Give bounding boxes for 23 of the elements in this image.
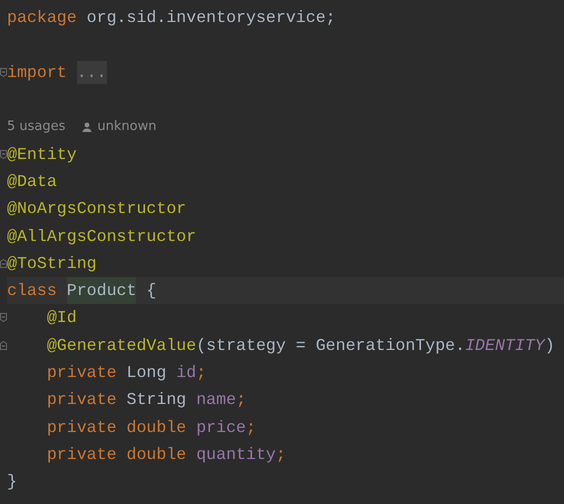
code-line: private Long id; <box>46 362 208 384</box>
fold-icon[interactable] <box>0 150 7 159</box>
code-line: @GeneratedValue(strategy = GenerationType.IDENTITY) <box>46 334 556 357</box>
fold-icon[interactable] <box>0 313 7 322</box>
code-line: } <box>7 471 18 494</box>
code-line: private double quantity; <box>46 444 287 466</box>
code-line: @Entity <box>7 144 78 166</box>
folded-code-button[interactable]: ... <box>76 60 107 84</box>
code-line: @NoArgsConstructor <box>7 198 188 220</box>
author-link[interactable]: unknown <box>97 119 156 134</box>
code-line: private double price; <box>46 416 257 439</box>
code-line: @ToString <box>7 252 98 275</box>
code-line: private String name; <box>46 389 248 412</box>
code-line: @Id <box>46 307 78 330</box>
fold-end-icon[interactable] <box>0 340 7 350</box>
code-line: package org.sid.inventoryservice; <box>7 7 337 30</box>
usages-link[interactable]: 5 usages <box>7 119 66 134</box>
code-line: @Data <box>7 170 58 193</box>
fold-icon[interactable] <box>0 68 7 77</box>
code-text: import <box>7 62 68 82</box>
code-line: @AllArgsConstructor <box>7 226 198 248</box>
fold-end-icon[interactable] <box>0 258 7 268</box>
person-icon <box>82 122 92 132</box>
